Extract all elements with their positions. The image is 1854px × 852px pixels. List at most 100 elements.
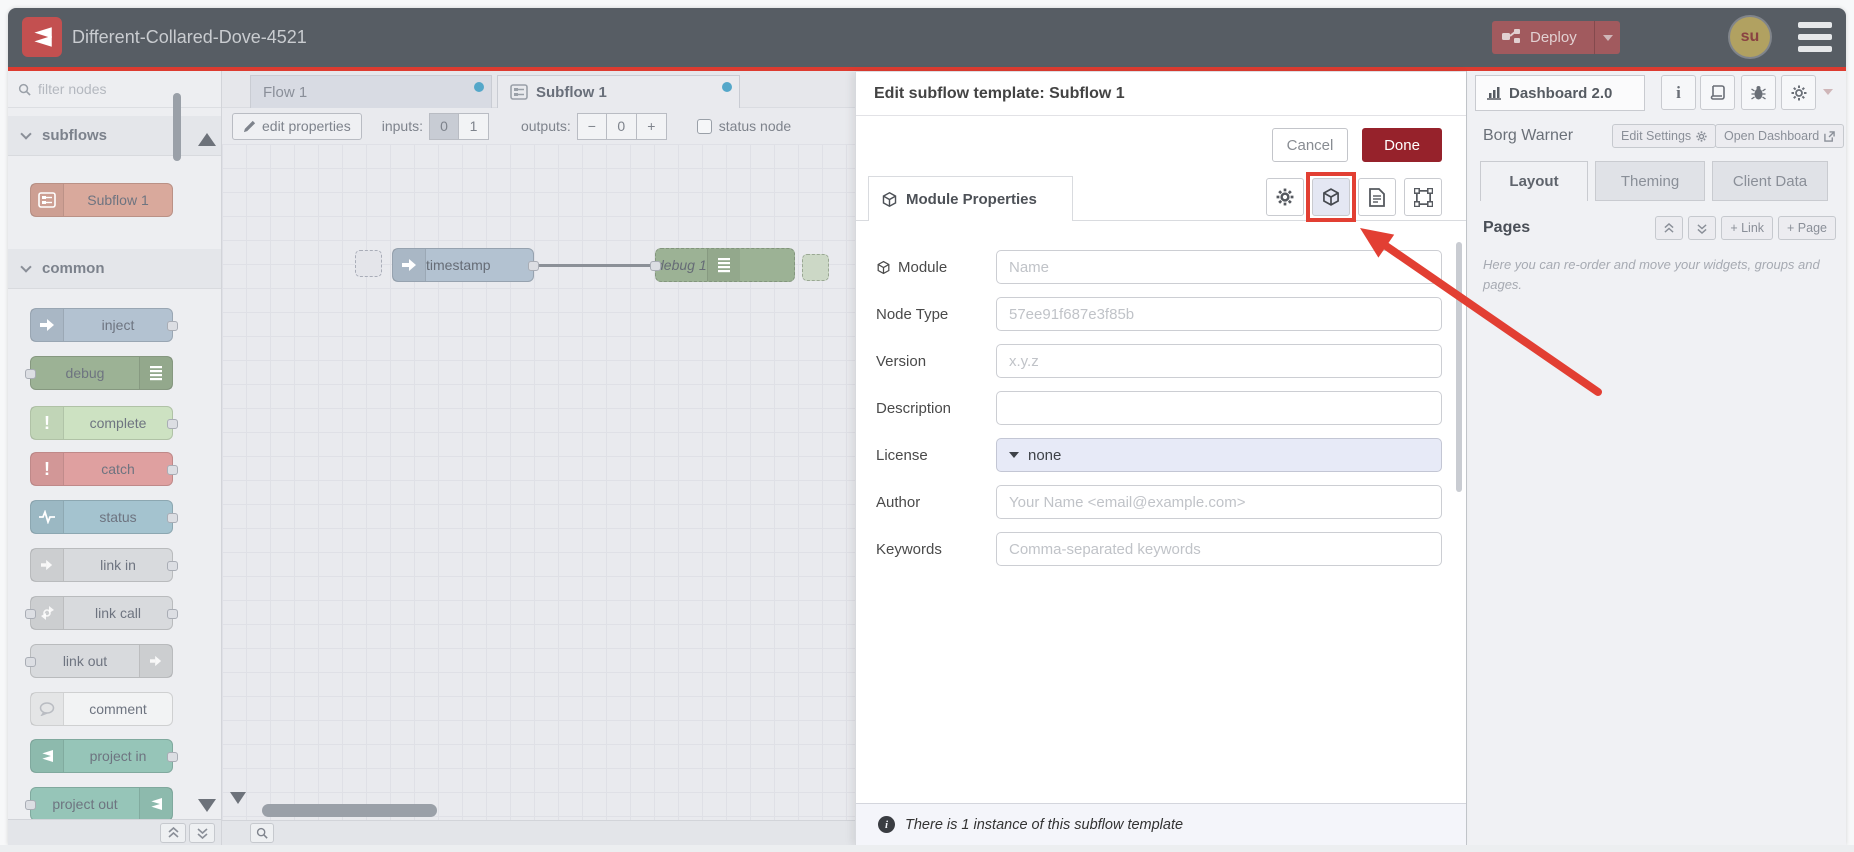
move-down-button[interactable]	[1688, 216, 1717, 240]
pages-header-row: Pages + Link + Page	[1467, 209, 1846, 247]
output-port	[167, 513, 178, 523]
inputs-1-button[interactable]: 1	[458, 112, 489, 140]
zoom-search-button[interactable]	[250, 823, 274, 843]
tab-theming[interactable]: Theming	[1595, 161, 1705, 201]
config-tab-button[interactable]	[1781, 75, 1816, 110]
palette-node-debug[interactable]: debug	[25, 356, 173, 390]
description-input[interactable]	[996, 391, 1442, 425]
collapse-all-button[interactable]	[160, 823, 186, 843]
open-dashboard-button[interactable]: Open Dashboard	[1715, 124, 1845, 148]
palette-category-subflows[interactable]: subflows	[8, 116, 221, 156]
palette-scrollbar[interactable]	[173, 93, 181, 161]
author-label: Author	[876, 493, 921, 511]
frame-icon	[1413, 187, 1433, 207]
header-bar: Different-Collared-Dove-4521 Deploy su	[8, 8, 1846, 67]
input-port	[25, 800, 36, 810]
deploy-label: Deploy	[1530, 29, 1577, 46]
palette-search-input[interactable]: filter nodes	[8, 71, 221, 108]
palette-scroll-up-icon[interactable]	[198, 133, 216, 146]
help-tab-button[interactable]	[1700, 75, 1735, 110]
tab-module-properties[interactable]: Module Properties	[868, 176, 1073, 221]
cube-icon	[877, 260, 890, 274]
palette-category-common[interactable]: common	[8, 249, 221, 289]
palette-node-subflow-1[interactable]: Subflow 1	[30, 183, 173, 217]
info-tab-button[interactable]: i	[1661, 75, 1696, 110]
palette-node-link-in[interactable]: link in	[30, 548, 178, 582]
palette-node-comment[interactable]: comment	[30, 692, 173, 726]
license-select[interactable]: none	[996, 438, 1442, 472]
edit-settings-button[interactable]: Edit Settings	[1612, 124, 1717, 148]
palette-node-link-out[interactable]: link out	[25, 644, 173, 678]
palette-node-complete[interactable]: ! complete	[30, 406, 178, 440]
module-input[interactable]	[996, 250, 1442, 284]
tab-dashboard-2[interactable]: Dashboard 2.0	[1475, 75, 1645, 111]
subflow-icon	[510, 84, 528, 100]
author-input[interactable]	[996, 485, 1442, 519]
description-tab-button[interactable]	[1358, 178, 1396, 216]
output-port	[167, 609, 178, 619]
palette-node-link-call[interactable]: link call	[25, 596, 178, 630]
deploy-options-button[interactable]	[1594, 21, 1620, 54]
main-menu-button[interactable]	[1798, 22, 1832, 52]
module-field-row: Module	[876, 250, 1451, 284]
right-sidebar: Dashboard 2.0 i Borg Warner Edit Setting…	[1466, 71, 1846, 845]
deploy-button[interactable]: Deploy	[1492, 21, 1620, 54]
link-in-icon	[31, 549, 64, 581]
version-input[interactable]	[996, 344, 1442, 378]
tab-flow-1[interactable]: Flow 1	[250, 75, 492, 108]
appearance-tab-button[interactable]	[1404, 178, 1442, 216]
done-button[interactable]: Done	[1362, 128, 1442, 162]
add-page-button[interactable]: + Page	[1778, 216, 1836, 240]
input-port	[25, 657, 36, 667]
palette-sidebar: filter nodes subflows Subflow 1 common i…	[8, 71, 222, 845]
palette-node-catch[interactable]: ! catch	[30, 452, 178, 486]
tab-client-data[interactable]: Client Data	[1712, 161, 1828, 201]
canvas-scroll-down-icon[interactable]	[230, 792, 246, 804]
outputs-minus-button[interactable]: −	[576, 112, 607, 140]
outputs-label: outputs:	[520, 118, 571, 134]
license-label: License	[876, 446, 928, 464]
tab-layout[interactable]: Layout	[1480, 161, 1588, 201]
search-icon	[18, 83, 31, 96]
outputs-plus-button[interactable]: +	[636, 112, 667, 140]
complete-icon: !	[31, 407, 64, 439]
outputs-stepper: − 0 +	[576, 112, 667, 140]
palette-footer	[8, 819, 221, 845]
palette-node-inject[interactable]: inject	[30, 308, 178, 342]
keywords-input[interactable]	[996, 532, 1442, 566]
properties-tab-button[interactable]	[1266, 178, 1304, 216]
output-port	[167, 561, 178, 571]
edit-properties-button[interactable]: edit properties	[232, 112, 362, 140]
inject-icon	[393, 249, 426, 281]
node-type-input[interactable]	[996, 297, 1442, 331]
search-icon	[256, 827, 268, 839]
palette-scroll-down-icon[interactable]	[198, 799, 216, 812]
cube-icon	[882, 191, 897, 207]
debug-tab-button[interactable]	[1741, 75, 1776, 110]
app-window: Different-Collared-Dove-4521 Deploy su f…	[8, 8, 1846, 845]
dashboard-subtabs: Layout Theming Client Data	[1467, 161, 1846, 201]
horizontal-scrollbar[interactable]	[262, 804, 437, 817]
inputs-label: inputs:	[381, 118, 423, 134]
expand-all-button[interactable]	[189, 823, 215, 843]
subflow-input-stub[interactable]	[355, 250, 382, 277]
palette-node-status[interactable]: status	[30, 500, 178, 534]
status-node-checkbox[interactable]	[696, 118, 712, 134]
add-link-button[interactable]: + Link	[1721, 216, 1774, 240]
canvas-node-debug-1[interactable]: debug 1	[650, 248, 795, 282]
edit-subflow-dialog: Edit subflow template: Subflow 1 Cancel …	[855, 72, 1466, 845]
cancel-button[interactable]: Cancel	[1272, 128, 1348, 162]
palette-node-project-out[interactable]: project out	[25, 787, 173, 821]
canvas-node-timestamp[interactable]: timestamp	[392, 248, 539, 282]
user-avatar[interactable]: su	[1730, 17, 1770, 57]
version-label: Version	[876, 352, 927, 370]
module-label: Module	[898, 258, 948, 276]
sidebar-menu-caret[interactable]	[1823, 89, 1833, 95]
palette-node-project-in[interactable]: project in	[30, 739, 178, 773]
tab-subflow-1[interactable]: Subflow 1	[497, 75, 740, 108]
inputs-0-button[interactable]: 0	[428, 112, 459, 140]
debug-toggle-button[interactable]	[802, 254, 829, 281]
dialog-scrollbar[interactable]	[1456, 242, 1462, 492]
move-up-button[interactable]	[1655, 216, 1684, 240]
window-bottom-edge	[0, 845, 1854, 852]
